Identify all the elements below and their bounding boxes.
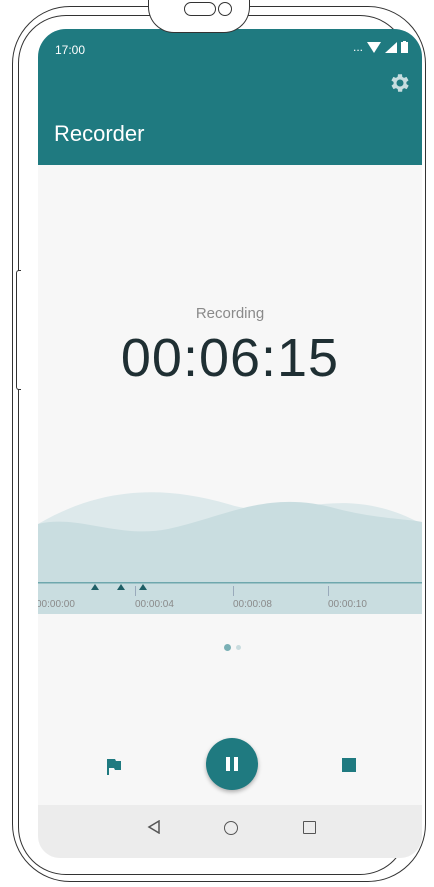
signal-icon [385, 41, 397, 53]
phone-speaker [184, 2, 216, 16]
timeline-label: 00:00:10 [328, 599, 367, 610]
bookmark-marker [139, 584, 147, 590]
status-more: ... [352, 40, 363, 54]
status-icons: ... [353, 40, 408, 54]
page-dot[interactable] [236, 645, 241, 650]
pause-button[interactable] [206, 738, 258, 790]
recording-status-label: Recording [195, 305, 265, 322]
recents-square-icon[interactable] [303, 821, 316, 834]
flag-icon[interactable] [104, 757, 124, 777]
app-screen: 17:00 ... Recorder Recording 00:06:15 00… [38, 29, 422, 858]
timeline[interactable]: 00:00:00 00:00:04 00:00:08 00:00:10 [38, 584, 422, 624]
app-title: Recorder [54, 121, 145, 146]
timeline-label: 00:00:04 [135, 599, 174, 610]
home-circle-icon[interactable] [224, 821, 238, 835]
gear-icon[interactable] [388, 71, 412, 95]
battery-icon [401, 41, 408, 53]
timeline-label: 00:00:08 [233, 599, 272, 610]
phone-camera [218, 2, 232, 16]
page-dot-active[interactable] [224, 644, 231, 651]
pause-icon [226, 757, 230, 771]
recording-timer: 00:06:15 [120, 328, 340, 388]
back-triangle-icon[interactable] [147, 820, 161, 834]
status-time: 17:00 [55, 43, 86, 57]
timeline-tick [135, 586, 136, 596]
phone-side-button [16, 270, 21, 390]
bookmark-marker [117, 584, 125, 590]
app-bar: 17:00 ... Recorder [38, 29, 422, 165]
timeline-tick [328, 586, 329, 596]
stop-icon[interactable] [342, 758, 356, 772]
wifi-icon [367, 41, 381, 53]
timeline-label: 00:00:00 [38, 599, 75, 610]
timeline-tick [233, 586, 234, 596]
bookmark-marker [91, 584, 99, 590]
pause-icon [234, 757, 238, 771]
page-indicator [224, 644, 241, 651]
system-nav-bar [38, 805, 422, 858]
